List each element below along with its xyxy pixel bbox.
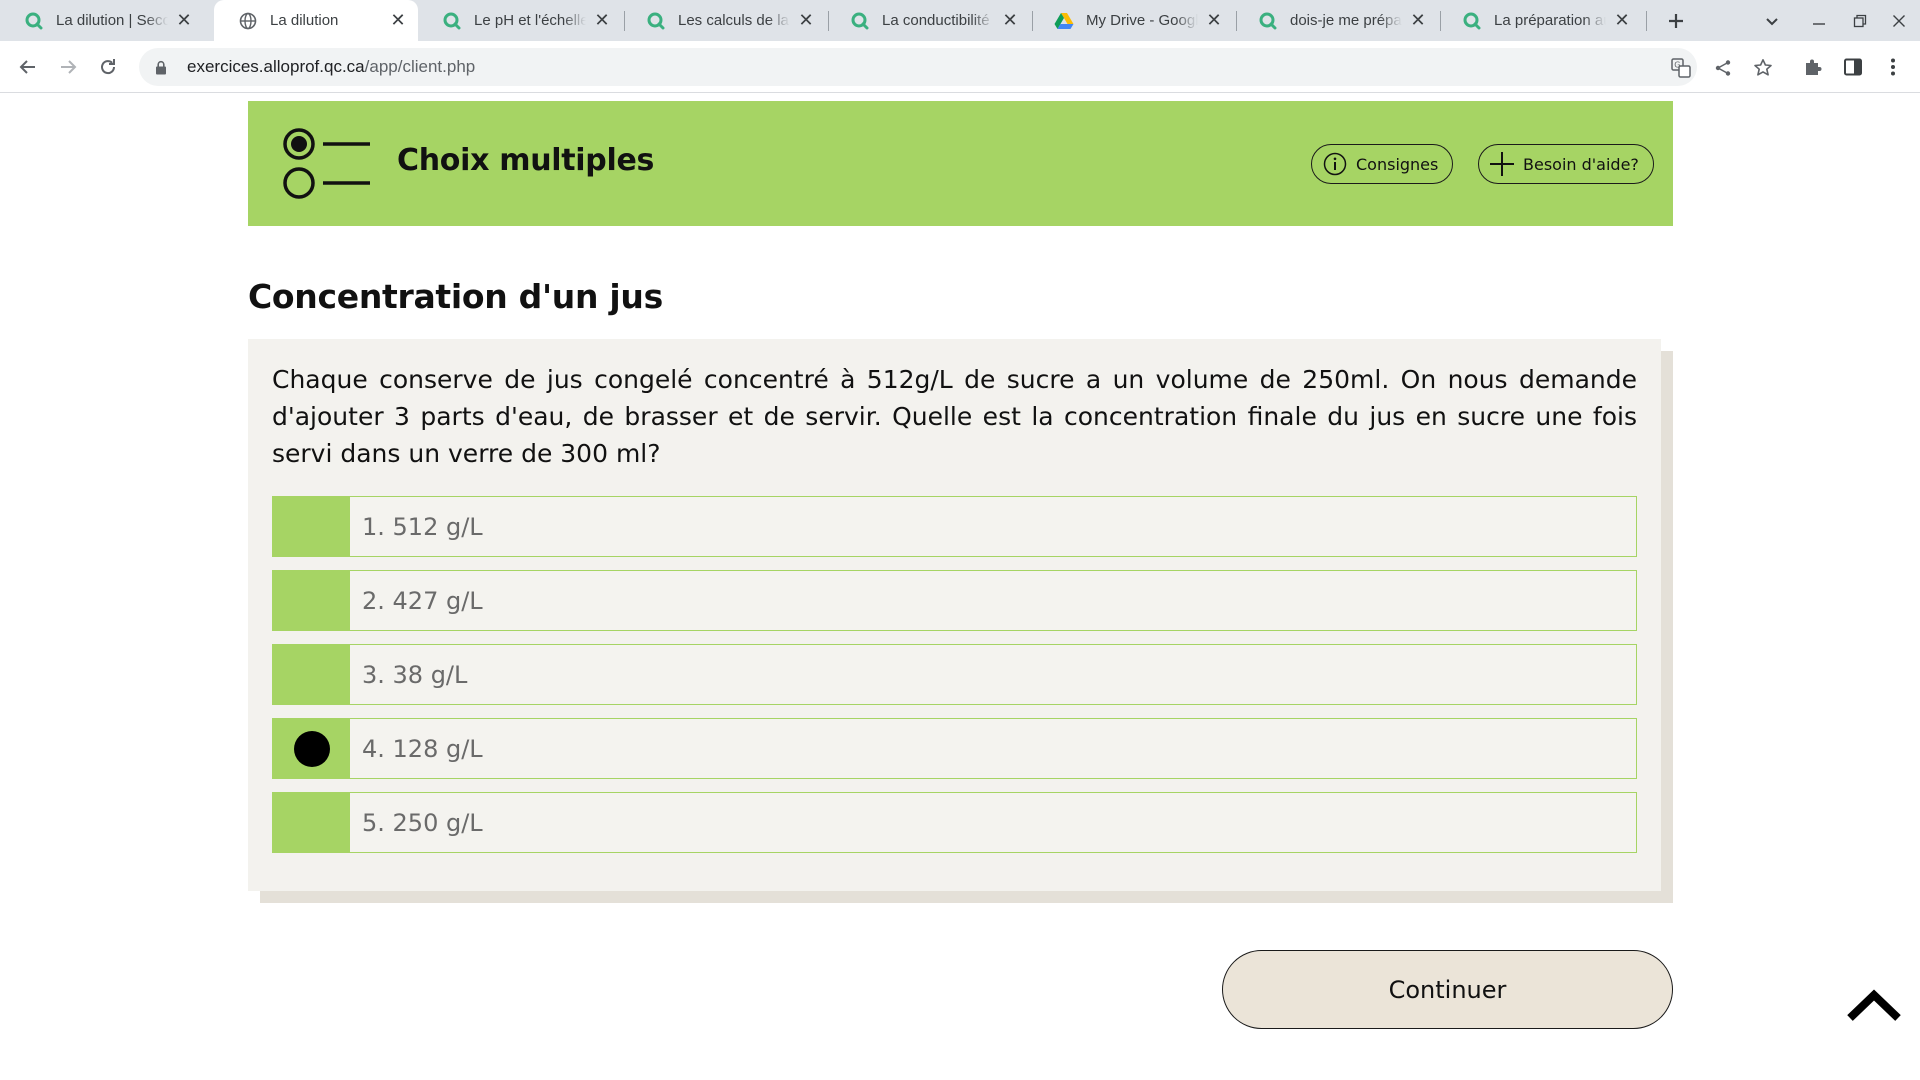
svg-text:G: G [1674,61,1680,70]
more-menu-icon[interactable] [1880,54,1906,80]
option-radio[interactable] [273,571,350,630]
tab-3[interactable]: Le pH et l'échelle pH | Alloprof ✕ [418,0,622,41]
answer-option-3[interactable]: 3. 38 g/L [272,644,1637,705]
google-drive-icon [1054,11,1074,31]
option-radio[interactable] [273,793,350,852]
close-window-icon[interactable] [1886,8,1912,34]
tab-title: dois-je me préparer [1290,12,1402,29]
tab-title: My Drive - Google Drive [1086,12,1198,29]
tab-7[interactable]: dois-je me préparer ✕ [1234,0,1438,41]
tab-title: La préparation aux examens [1494,12,1606,29]
tab-title: Le pH et l'échelle pH | Alloprof [474,12,586,29]
exercise-type-title: Choix multiples [397,143,655,178]
option-radio[interactable] [273,497,350,556]
exercise-title: Concentration d'un jus [248,277,663,316]
tab-strip: La dilution | Secondaire | Alloprof ✕ La… [0,0,1920,41]
alloprof-icon [442,11,462,31]
option-label: 1. 512 g/L [362,512,483,541]
multiple-choice-icon [283,128,370,199]
tab-search-chevron-icon[interactable] [1759,8,1785,34]
scroll-to-top-icon[interactable] [1846,988,1902,1024]
share-icon[interactable] [1712,57,1734,79]
answer-option-1[interactable]: 1. 512 g/L [272,496,1637,557]
back-arrow-icon[interactable] [14,53,42,81]
alloprof-icon [1258,11,1278,31]
browser-toolbar: exercices.alloprof.qc.ca/app/client.php … [0,41,1920,93]
reload-icon[interactable] [94,53,122,81]
help-label: Besoin d'aide? [1523,154,1639,174]
close-icon[interactable]: ✕ [388,10,408,31]
close-icon[interactable]: ✕ [592,10,612,31]
tab-title: La dilution [270,12,339,29]
minimize-icon[interactable] [1806,8,1832,34]
plus-icon [1489,151,1515,177]
close-icon[interactable]: ✕ [1000,10,1020,31]
address-bar[interactable]: exercices.alloprof.qc.ca/app/client.php … [139,48,1772,86]
alloprof-icon [24,11,44,31]
answer-option-5[interactable]: 5. 250 g/L [272,792,1637,853]
option-radio[interactable] [273,719,350,778]
option-radio[interactable] [273,645,350,704]
option-label: 5. 250 g/L [362,808,483,837]
tab-1[interactable]: La dilution | Secondaire | Alloprof ✕ [0,0,204,41]
close-icon[interactable]: ✕ [1612,10,1632,31]
continue-button[interactable]: Continuer [1222,950,1673,1029]
tab-2[interactable]: La dilution ✕ [214,0,418,41]
answer-option-4[interactable]: 4. 128 g/L [272,718,1637,779]
alloprof-icon [646,11,666,31]
question-card: Chaque conserve de jus congelé concentré… [248,339,1661,891]
tab-8[interactable]: La préparation aux examens ✕ [1438,0,1642,41]
question-text: Chaque conserve de jus congelé concentré… [272,365,1637,468]
info-icon [1322,151,1348,177]
tab-title: La conductibilité électrique [882,12,994,29]
tab-4[interactable]: Les calculs de la concentration ✕ [622,0,826,41]
tab-5[interactable]: La conductibilité électrique ✕ [826,0,1030,41]
close-icon[interactable]: ✕ [174,10,194,31]
alloprof-icon [850,11,870,31]
alloprof-icon [1462,11,1482,31]
close-icon[interactable]: ✕ [1408,10,1428,31]
tab-title: La dilution | Secondaire | Alloprof [56,12,168,29]
translate-icon[interactable]: G [1670,57,1692,79]
extensions-puzzle-icon[interactable] [1800,54,1826,80]
instructions-label: Consignes [1356,154,1439,174]
instructions-button[interactable]: Consignes [1311,144,1454,184]
side-panel-icon[interactable] [1840,54,1866,80]
close-icon[interactable]: ✕ [1204,10,1224,31]
tab-title: Les calculs de la concentration [678,12,790,29]
answer-option-2[interactable]: 2. 427 g/L [272,570,1637,631]
tab-6[interactable]: My Drive - Google Drive ✕ [1030,0,1234,41]
close-icon[interactable]: ✕ [796,10,816,31]
restore-icon[interactable] [1847,8,1873,34]
help-button[interactable]: Besoin d'aide? [1478,144,1654,184]
forward-arrow-icon[interactable] [54,53,82,81]
lock-icon[interactable] [153,59,169,75]
new-tab-icon[interactable] [1663,8,1689,34]
option-label: 2. 427 g/L [362,586,483,615]
selected-dot-icon [293,730,330,767]
exercise-header: Choix multiples Consignes Besoin d'aide? [248,101,1673,226]
url-text: exercices.alloprof.qc.ca/app/client.php [187,57,476,76]
bookmark-star-icon[interactable] [1752,57,1774,79]
globe-icon [238,11,258,31]
option-label: 4. 128 g/L [362,734,483,763]
option-label: 3. 38 g/L [362,660,468,689]
